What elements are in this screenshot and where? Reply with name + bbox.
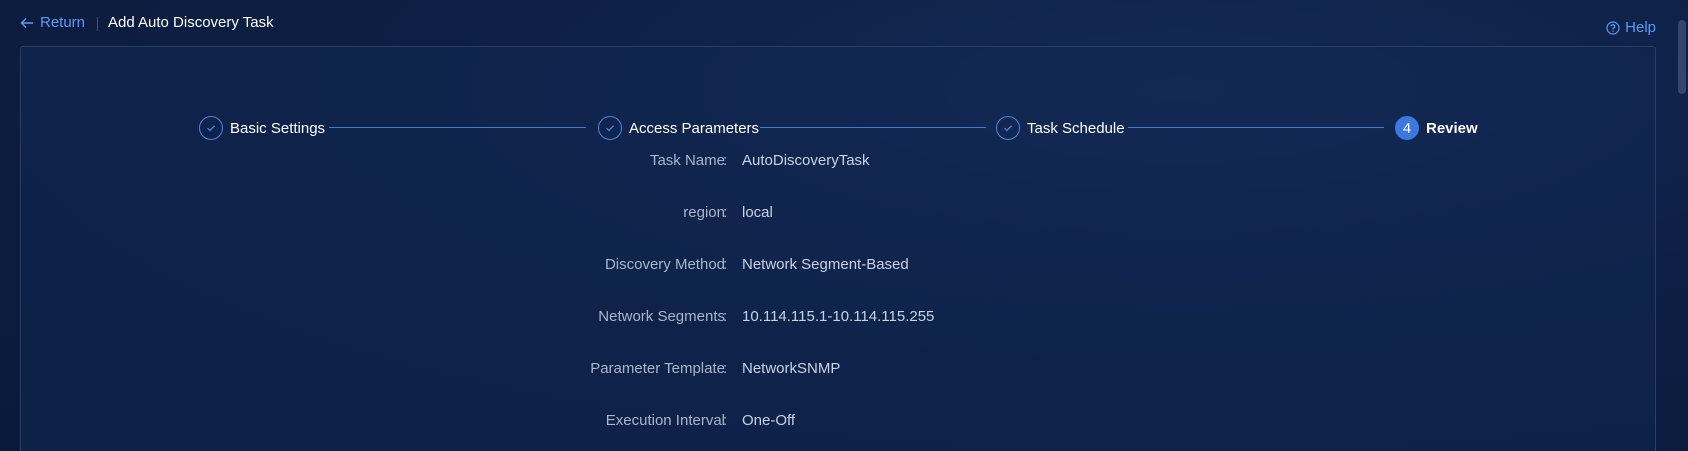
- step-connector: [760, 127, 986, 128]
- field-value: local: [742, 204, 773, 221]
- check-icon: [598, 116, 622, 140]
- review-row-discovery-method: Discovery Method : Network Segment-Based: [0, 256, 1688, 278]
- step-connector: [329, 127, 586, 128]
- field-value: Network Segment-Based: [742, 256, 909, 273]
- field-colon: :: [723, 308, 728, 325]
- step-label: Basic Settings: [230, 119, 326, 137]
- return-label: Return: [40, 14, 86, 31]
- step-access-parameters[interactable]: Access Parameters: [598, 115, 759, 141]
- review-row-region: region : local: [0, 204, 1688, 226]
- field-value: AutoDiscoveryTask: [742, 152, 870, 169]
- field-label: Parameter Template: [590, 360, 725, 377]
- check-icon: [199, 116, 223, 140]
- step-basic-settings[interactable]: Basic Settings: [199, 115, 325, 141]
- field-colon: :: [723, 360, 728, 377]
- review-row-execution-interval: Execution Interval : One-Off: [0, 412, 1688, 434]
- return-button[interactable]: Return: [20, 14, 85, 31]
- header-divider: [97, 17, 98, 31]
- help-button[interactable]: Help: [1606, 19, 1656, 36]
- step-connector: [1128, 127, 1384, 128]
- page-scrollbar[interactable]: [1678, 20, 1686, 94]
- step-number-badge: 4: [1395, 116, 1419, 140]
- step-label: Task Schedule: [1027, 119, 1125, 137]
- field-colon: :: [723, 256, 728, 273]
- field-value: One-Off: [742, 412, 796, 429]
- step-label: Review: [1426, 119, 1478, 137]
- page-title: Add Auto Discovery Task: [108, 14, 274, 31]
- field-label: Execution Interval: [605, 412, 725, 429]
- field-label: Discovery Method: [604, 256, 725, 273]
- review-row-parameter-template: Parameter Template : NetworkSNMP: [0, 360, 1688, 382]
- field-colon: :: [723, 204, 728, 221]
- arrow-left-icon: [20, 16, 34, 30]
- field-label: Task Name: [649, 152, 725, 169]
- wizard-stepper: Basic Settings Access Parameters Task Sc…: [199, 115, 1479, 141]
- step-review[interactable]: 4 Review: [1395, 115, 1478, 141]
- review-row-task-name: Task Name : AutoDiscoveryTask: [0, 152, 1688, 174]
- field-value: 10.114.115.1-10.114.115.255: [742, 308, 935, 325]
- check-icon: [996, 116, 1020, 140]
- review-row-network-segments: Network Segments : 10.114.115.1-10.114.1…: [0, 308, 1688, 330]
- step-task-schedule[interactable]: Task Schedule: [996, 115, 1125, 141]
- step-label: Access Parameters: [629, 119, 760, 137]
- field-colon: :: [723, 412, 728, 429]
- help-icon: [1606, 20, 1620, 35]
- field-value: NetworkSNMP: [742, 360, 841, 377]
- top-bar: Return Add Auto Discovery Task Help: [0, 0, 1688, 46]
- field-label: region: [683, 204, 725, 221]
- help-label: Help: [1625, 19, 1656, 36]
- field-colon: :: [723, 152, 728, 169]
- content-panel: [20, 46, 1656, 451]
- field-label: Network Segments: [598, 308, 725, 325]
